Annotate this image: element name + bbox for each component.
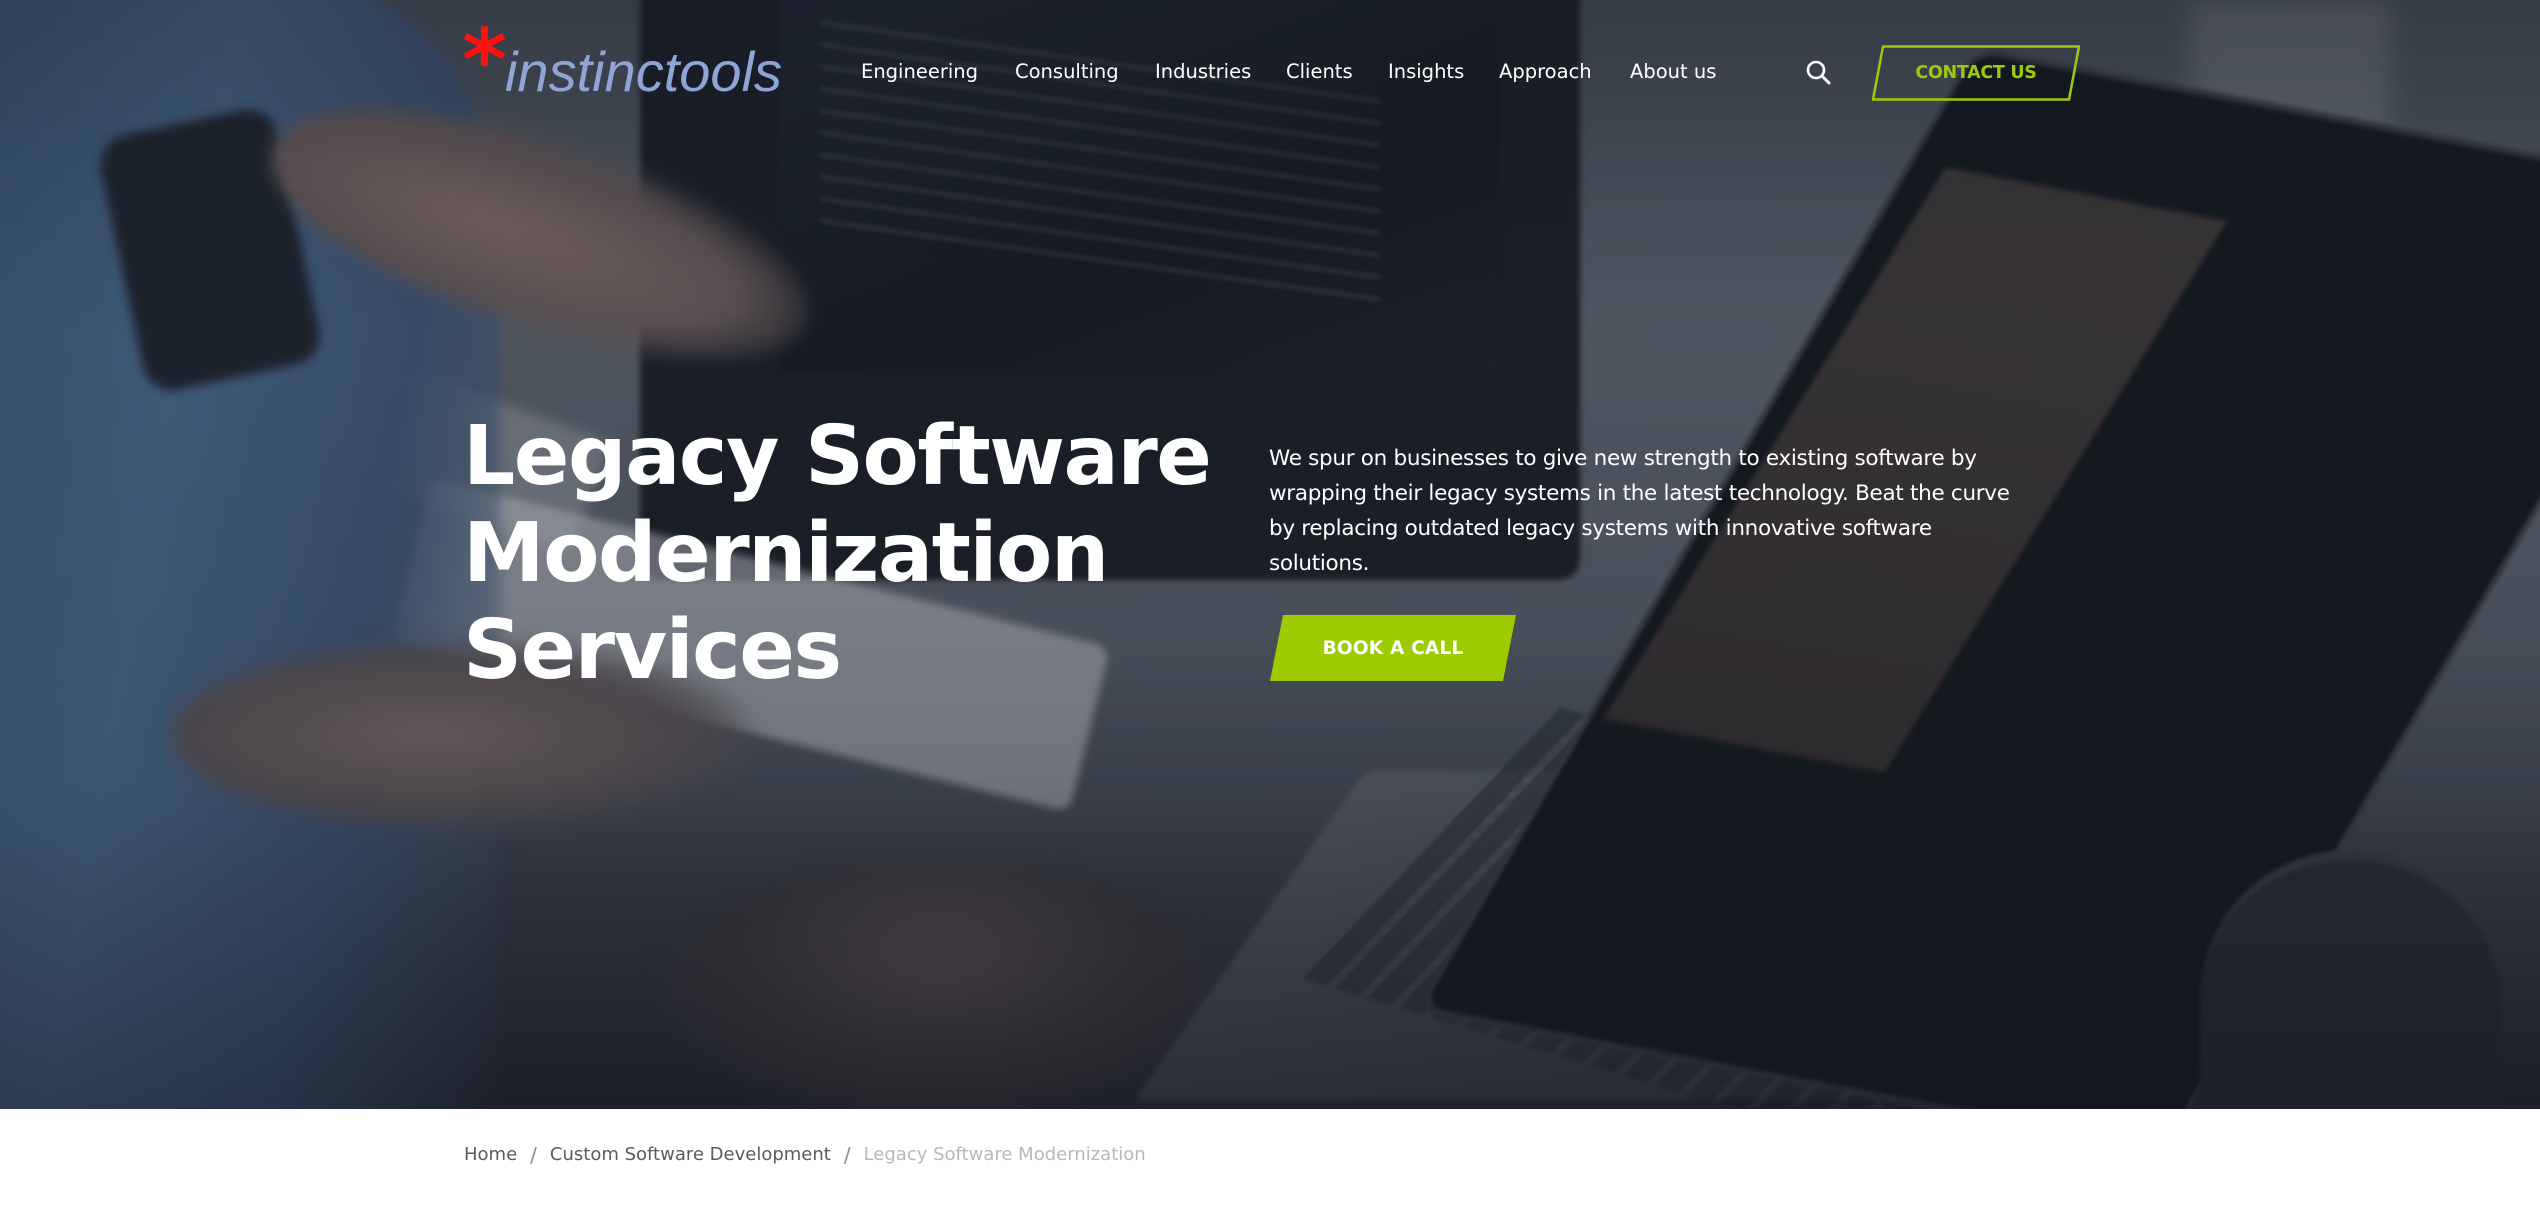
hero-description: We spur on businesses to give new streng…: [1269, 446, 2010, 576]
nav-item-consulting[interactable]: Consulting: [1015, 58, 1119, 86]
breadcrumb-separator: /: [843, 1143, 851, 1167]
book-a-call-label: BOOK A CALL: [1322, 637, 1464, 659]
search-button[interactable]: [1804, 58, 1834, 88]
page-title-line: Modernization: [463, 506, 1109, 601]
logo-asterisk-icon: *: [462, 11, 507, 111]
page-title-line: Services: [463, 603, 842, 698]
nav-item-approach[interactable]: Approach: [1499, 58, 1592, 86]
breadcrumb-separator: /: [530, 1143, 537, 1167]
page-title: Legacy Software Modernization Services: [463, 408, 1223, 699]
nav-item-engineering[interactable]: Engineering: [861, 58, 978, 86]
breadcrumb: Home / Custom Software Development / Leg…: [464, 1142, 1146, 1168]
page-title-line: Legacy Software: [463, 409, 1212, 504]
book-a-call-button[interactable]: BOOK A CALL: [1270, 615, 1516, 681]
contact-us-button[interactable]: CONTACT US: [1872, 45, 2080, 101]
breadcrumb-custom-software-development[interactable]: Custom Software Development: [550, 1142, 831, 1168]
nav-item-insights[interactable]: Insights: [1388, 58, 1464, 86]
breadcrumb-home[interactable]: Home: [464, 1142, 517, 1168]
breadcrumb-current-page: Legacy Software Modernization: [863, 1144, 1146, 1165]
logo-link[interactable]: * instinctools: [462, 18, 783, 104]
nav-item-about-us[interactable]: About us: [1630, 58, 1716, 86]
logo-wordmark: instinctools: [504, 40, 783, 103]
hero-section: * instinctools Engineering Consulting In…: [0, 0, 2540, 1109]
contact-us-label: CONTACT US: [1915, 63, 2037, 83]
nav-item-industries[interactable]: Industries: [1155, 58, 1251, 86]
nav-item-clients[interactable]: Clients: [1286, 58, 1353, 86]
search-icon: [1806, 60, 1831, 85]
